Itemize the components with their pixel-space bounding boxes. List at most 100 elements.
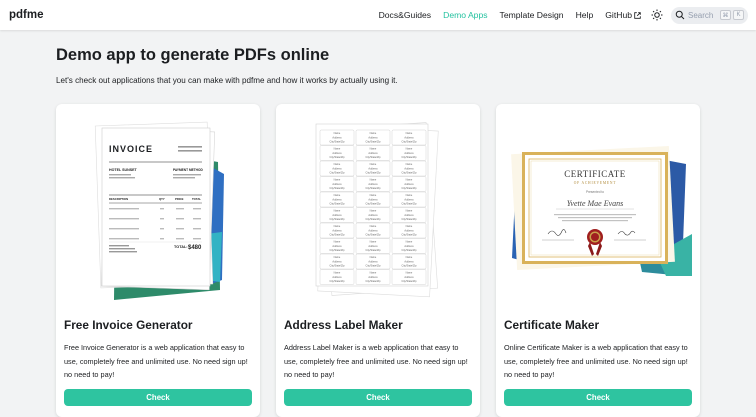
address-label-line: Name xyxy=(406,179,413,182)
invoice-heading: INVOICE xyxy=(109,144,153,154)
page-subtitle: Let's check out applications that you ca… xyxy=(56,76,398,85)
address-label-line: Address xyxy=(404,183,414,186)
address-label-line: City/State/Zip xyxy=(329,172,345,175)
address-label-line: City/State/Zip xyxy=(329,156,345,159)
nav-link-help[interactable]: Help xyxy=(576,10,594,20)
address-label-line: City/State/Zip xyxy=(401,280,417,283)
invoice-col-total: TOTAL xyxy=(192,197,201,201)
address-label-line: Address xyxy=(332,229,342,232)
address-label-line: Address xyxy=(332,152,342,155)
invoice-col-description: DESCRIPTION xyxy=(109,197,128,201)
certificate-subheading: OF ACHIEVEMENT xyxy=(574,181,616,185)
nav-link-github[interactable]: GitHub xyxy=(605,10,641,20)
address-label-line: Address xyxy=(368,276,378,279)
address-label-line: Name xyxy=(370,132,377,135)
address-label-line: Name xyxy=(406,194,413,197)
address-label-line: Address xyxy=(368,152,378,155)
address-label-line: Name xyxy=(406,132,413,135)
address-label-line: Name xyxy=(406,225,413,228)
address-label-line: Address xyxy=(332,276,342,279)
sun-icon xyxy=(651,9,663,21)
address-label-line: City/State/Zip xyxy=(365,280,381,283)
search-label: Search xyxy=(688,10,714,20)
address-label-line: Name xyxy=(370,194,377,197)
address-label-line: City/State/Zip xyxy=(401,234,417,237)
address-label-line: Address xyxy=(332,167,342,170)
check-button-address-label[interactable]: Check xyxy=(284,389,472,406)
nav-link-template-design[interactable]: Template Design xyxy=(500,10,564,20)
address-label-line: Address xyxy=(332,245,342,248)
address-label-line: City/State/Zip xyxy=(401,218,417,221)
card-description: Address Label Maker is a web application… xyxy=(284,343,468,379)
kbd-command-key: ⌘ xyxy=(720,10,731,20)
nav-link-demo-apps[interactable]: Demo Apps xyxy=(443,10,487,20)
address-label-line: Name xyxy=(370,241,377,244)
address-label-line: City/State/Zip xyxy=(365,156,381,159)
address-label-line: Name xyxy=(370,210,377,213)
brand-logo[interactable]: pdfme xyxy=(9,9,44,21)
nav-link-github-label: GitHub xyxy=(605,10,632,20)
kbd-k-key: K xyxy=(733,10,744,20)
address-label-line: City/State/Zip xyxy=(329,141,345,144)
address-label-line: City/State/Zip xyxy=(401,156,417,159)
address-label-line: Address xyxy=(404,245,414,248)
address-label-line: Address xyxy=(404,136,414,139)
address-label-line: City/State/Zip xyxy=(401,141,417,144)
card-title: Certificate Maker xyxy=(504,318,600,332)
check-button-certificate[interactable]: Check xyxy=(504,389,692,406)
address-label-line: Address xyxy=(368,136,378,139)
certificate-heading: CERTIFICATE xyxy=(564,169,625,179)
search-button[interactable]: Search ⌘ K xyxy=(671,6,748,24)
address-label-line: Name xyxy=(406,210,413,213)
nav-link-docs[interactable]: Docs&Guides xyxy=(379,10,432,20)
address-label-line: City/State/Zip xyxy=(329,265,345,268)
address-label-line: Address xyxy=(368,183,378,186)
address-label-line: Address xyxy=(332,260,342,263)
invoice-preview-image: INVOICE HOTEL SUNSET PAYMENT METHOD DESC… xyxy=(94,121,224,300)
search-icon xyxy=(675,10,685,20)
external-link-icon xyxy=(634,12,641,19)
address-label-line: Address xyxy=(404,152,414,155)
address-label-line: City/State/Zip xyxy=(401,172,417,175)
address-label-line: Address xyxy=(368,260,378,263)
card-description: Free Invoice Generator is a web applicat… xyxy=(64,343,248,379)
check-button-invoice[interactable]: Check xyxy=(64,389,252,406)
address-label-line: Address xyxy=(332,214,342,217)
address-label-line: Name xyxy=(334,163,341,166)
address-label-line: Address xyxy=(332,136,342,139)
address-label-line: Name xyxy=(406,256,413,259)
card-description: Online Certificate Maker is a web applic… xyxy=(504,343,688,379)
search-shortcut: ⌘ K xyxy=(720,10,744,20)
address-label-line: Name xyxy=(334,256,341,259)
invoice-total-label: TOTAL: xyxy=(174,245,188,249)
invoice-company: HOTEL SUNSET xyxy=(109,168,137,172)
address-label-line: Address xyxy=(332,183,342,186)
address-label-line: Address xyxy=(368,167,378,170)
invoice-payment: PAYMENT METHOD xyxy=(173,168,203,172)
address-label-line: Name xyxy=(406,148,413,151)
address-label-line: City/State/Zip xyxy=(365,265,381,268)
address-label-line: Address xyxy=(404,229,414,232)
address-label-line: Name xyxy=(406,241,413,244)
address-label-line: City/State/Zip xyxy=(365,218,381,221)
invoice-total-value: $480 xyxy=(188,245,202,251)
address-label-line: Address xyxy=(368,229,378,232)
address-label-line: Name xyxy=(334,241,341,244)
address-label-line: City/State/Zip xyxy=(365,234,381,237)
invoice-col-price: PRICE xyxy=(175,197,184,201)
address-label-line: City/State/Zip xyxy=(329,187,345,190)
address-label-line: Address xyxy=(404,214,414,217)
address-label-line: Address xyxy=(404,260,414,263)
certificate-presented: Presented to xyxy=(586,190,604,194)
card-certificate-maker: CERTIFICATE OF ACHIEVEMENT Presented to … xyxy=(496,104,700,417)
address-label-line: Address xyxy=(368,245,378,248)
address-label-line: Name xyxy=(334,225,341,228)
address-label-line: Address xyxy=(404,198,414,201)
address-label-line: City/State/Zip xyxy=(329,280,345,283)
address-label-line: City/State/Zip xyxy=(401,187,417,190)
address-label-line: Address xyxy=(404,167,414,170)
address-label-line: Name xyxy=(334,272,341,275)
theme-toggle[interactable] xyxy=(650,8,664,22)
invoice-col-qty: QTY xyxy=(159,197,165,201)
certificate-preview-image: CERTIFICATE OF ACHIEVEMENT Presented to … xyxy=(511,145,692,276)
